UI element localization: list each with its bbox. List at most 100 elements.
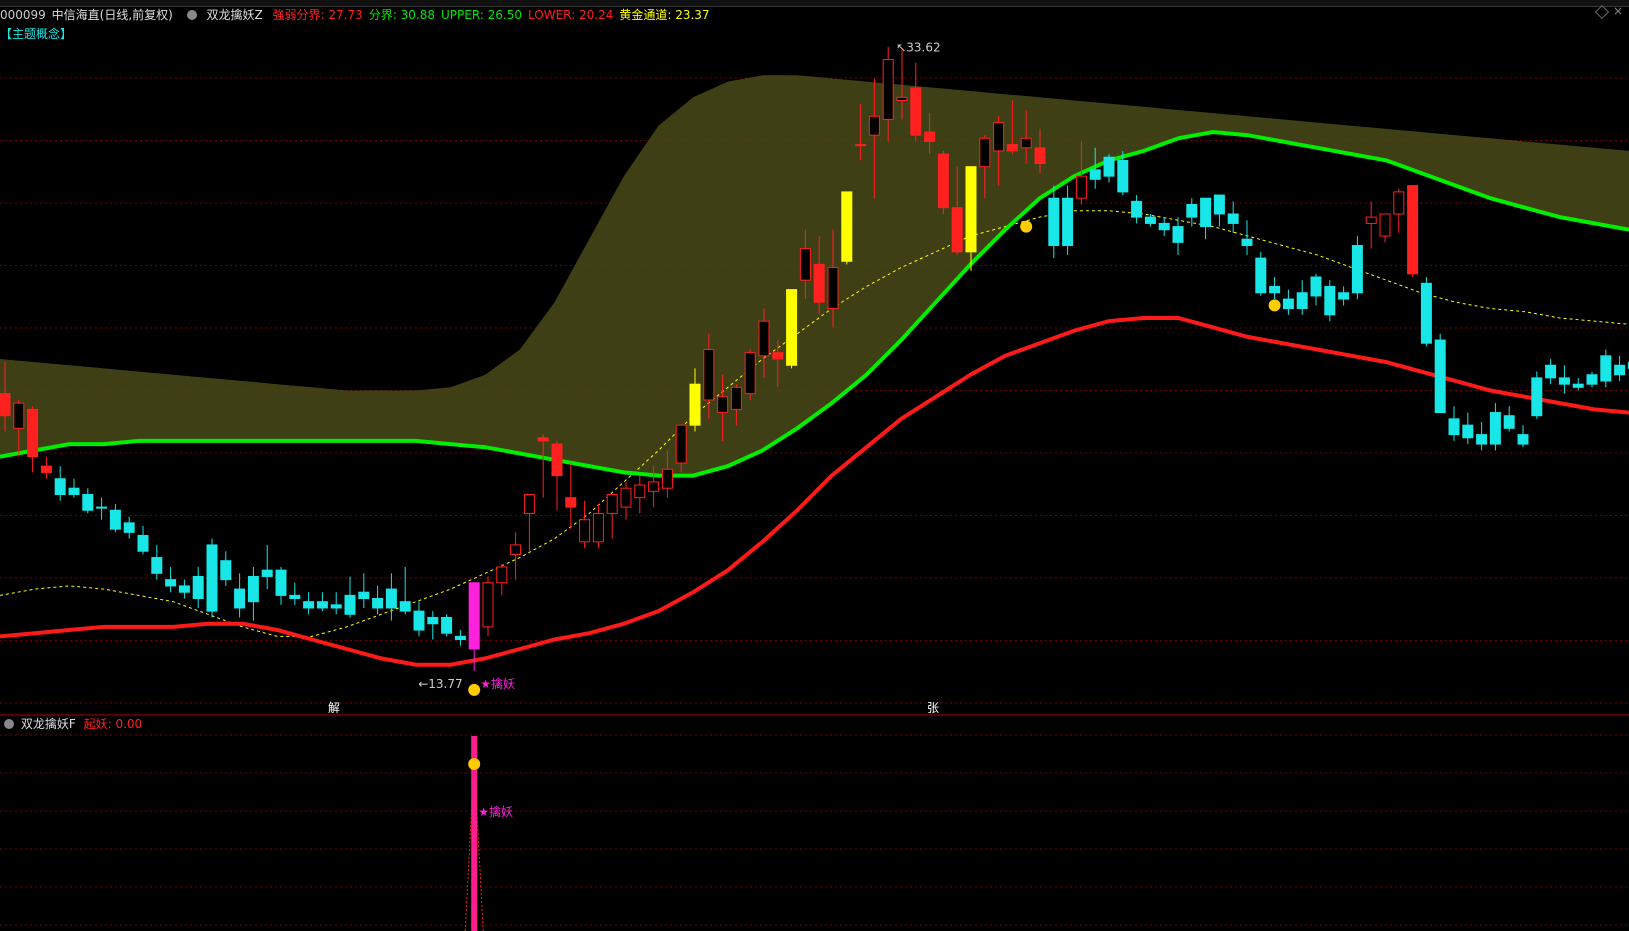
candle-body	[1420, 282, 1432, 344]
candle-body	[413, 610, 425, 631]
candle-body	[979, 137, 991, 168]
candle-body	[1393, 191, 1405, 215]
candle-body	[1172, 226, 1184, 243]
candle-body	[1586, 374, 1598, 385]
candle-body	[1517, 434, 1529, 445]
smiley-icon	[1268, 299, 1281, 312]
candle-body	[1296, 292, 1308, 310]
candle-body	[496, 566, 508, 584]
candle-body	[1545, 364, 1557, 379]
candle-body	[1476, 434, 1488, 445]
candle-body	[1531, 377, 1543, 417]
candle-body	[289, 594, 301, 600]
candle-body	[1158, 222, 1170, 231]
candle-body	[565, 497, 577, 508]
candle-body	[1365, 216, 1377, 224]
candle-body	[910, 87, 922, 136]
candle-body	[358, 591, 370, 600]
candle-body	[965, 166, 977, 253]
candle-body	[813, 263, 825, 303]
candle-body	[1062, 197, 1074, 246]
candle-body	[96, 506, 108, 509]
candle-body	[634, 484, 646, 499]
candle-body	[192, 575, 204, 600]
price-chart[interactable]: ↖33.62←13.77 ★擒妖解 张★擒妖	[0, 0, 1629, 931]
candle-body	[482, 582, 494, 628]
candle-body	[1186, 204, 1198, 218]
candle-body	[109, 509, 121, 530]
candle-body	[13, 402, 25, 429]
sub-catch-label: ★擒妖	[478, 804, 513, 819]
candle-body	[537, 437, 549, 442]
candle-body	[1144, 216, 1156, 224]
candle-body	[1614, 364, 1626, 376]
candle-body	[868, 115, 880, 136]
candle-body	[1089, 169, 1101, 180]
candle-body	[178, 585, 190, 593]
candle-body	[82, 494, 94, 511]
high-price-label: ↖33.62	[896, 40, 940, 54]
candle-body	[441, 616, 453, 634]
candle-body	[1117, 159, 1129, 193]
candle-body	[772, 352, 784, 360]
candle-body	[344, 594, 356, 615]
candle-body	[689, 383, 701, 426]
candle-body	[758, 320, 770, 357]
candle-body	[579, 519, 591, 543]
candle-body	[54, 478, 66, 496]
candle-body	[551, 443, 563, 477]
candle-body	[1006, 144, 1018, 152]
candle-body	[1227, 213, 1239, 224]
candle-body	[896, 96, 908, 101]
candle-body	[1434, 339, 1446, 414]
candle-body	[137, 534, 149, 552]
candle-body	[1200, 197, 1212, 228]
candle-body	[730, 386, 742, 410]
candle-body	[799, 248, 811, 281]
candle-body	[1269, 285, 1281, 294]
candle-body	[1351, 244, 1363, 294]
candle-body	[786, 289, 798, 366]
candle-body	[1572, 383, 1584, 388]
money-bag-icon	[468, 758, 481, 770]
candle-body	[1503, 415, 1515, 429]
candle-body	[1448, 418, 1460, 436]
candle-body	[247, 575, 259, 603]
catch-label: ★擒妖	[480, 676, 515, 691]
candle-body	[27, 408, 39, 458]
candle-body	[855, 144, 867, 147]
candle-body	[1338, 292, 1350, 300]
candle-body	[717, 396, 729, 414]
candle-body	[1103, 156, 1115, 177]
candle-body	[661, 468, 673, 489]
candle-body	[165, 579, 177, 587]
candle-body	[220, 560, 232, 581]
marker-zhang: 张	[927, 701, 939, 715]
smiley-icon	[1020, 220, 1033, 233]
candle-body	[1324, 285, 1336, 316]
candle-body	[399, 601, 411, 612]
candle-body	[1489, 412, 1501, 445]
candle-body	[1379, 213, 1391, 237]
candle-body	[1255, 257, 1267, 294]
candle-body	[1407, 185, 1419, 275]
candle-body	[592, 512, 604, 543]
candle-body	[523, 494, 535, 514]
marker-jie: 解	[328, 701, 340, 715]
candle-body	[882, 59, 894, 120]
candle-body	[275, 569, 287, 596]
candle-body	[261, 569, 273, 577]
candle-body	[40, 465, 52, 473]
candle-body	[675, 424, 687, 464]
candle-body	[1600, 355, 1612, 382]
candle-body	[0, 393, 11, 417]
candle-body	[1020, 137, 1032, 149]
smiley-icon	[468, 683, 481, 696]
candle-body	[468, 582, 480, 650]
candle-body	[827, 267, 839, 310]
candle-body	[303, 601, 315, 609]
candle-body	[427, 616, 439, 625]
candle-body	[1282, 298, 1294, 310]
candle-body	[1048, 197, 1060, 246]
candle-body	[151, 557, 163, 574]
